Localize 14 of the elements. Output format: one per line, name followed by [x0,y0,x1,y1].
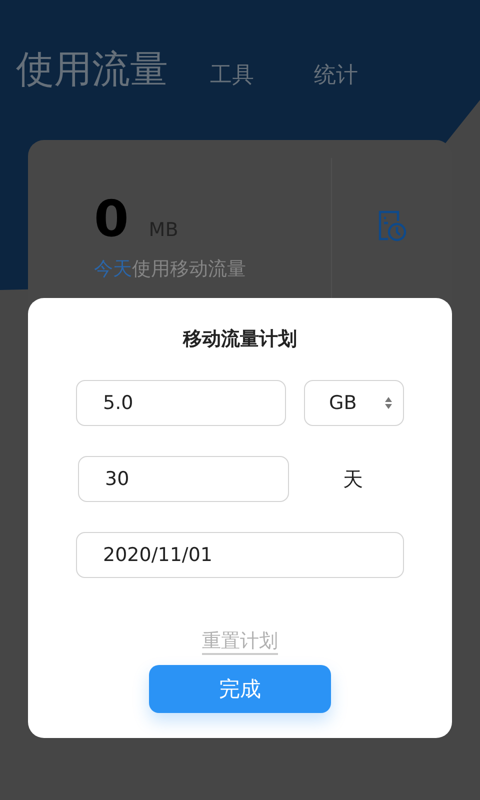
spinner-icon [384,396,393,410]
tab[interactable]: 统计 [314,60,358,90]
done-button[interactable]: 完成 [149,664,331,713]
dialog-title: 移动流量计划 [183,327,297,352]
date-field[interactable]: 2020/11/01 [76,532,404,578]
unit-select[interactable]: GB [304,380,404,426]
usage-value: 0 [94,194,129,244]
tab[interactable]: 工具 [210,60,254,90]
usage-label: 今天使用移动流量 [94,257,247,282]
tab[interactable]: 使用流量 [16,44,168,95]
reset-link[interactable]: 重置计划 [202,630,278,655]
days-field[interactable]: 30 [78,456,289,502]
amount-field[interactable]: 5.0 [76,380,286,426]
days-unit: 天 [343,466,363,492]
